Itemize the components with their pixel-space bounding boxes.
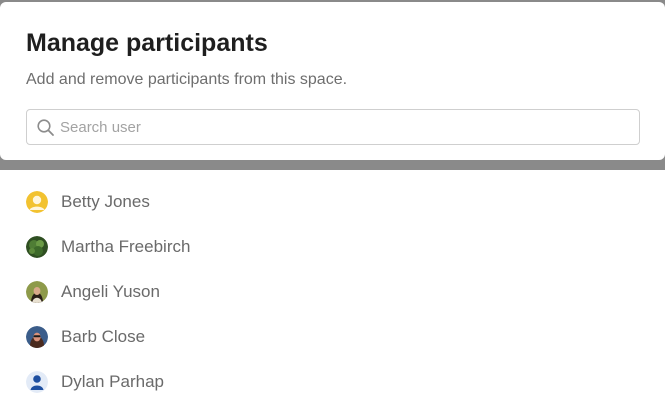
user-avatar-icon (26, 191, 48, 213)
avatar (26, 326, 48, 348)
search-field[interactable] (26, 109, 640, 145)
dialog-subtitle: Add and remove participants from this sp… (26, 71, 348, 88)
participant-item[interactable]: Angeli Yuson (26, 277, 446, 307)
participant-item[interactable]: Barb Close (26, 322, 446, 352)
search-input[interactable] (60, 110, 630, 144)
participant-list: Betty Jones Martha Freebirch Angeli Yuso… (0, 170, 665, 417)
user-avatar-icon (26, 371, 48, 393)
avatar (26, 236, 48, 258)
search-icon (36, 118, 56, 138)
participant-name: Angeli Yuson (61, 282, 160, 301)
avatar (26, 281, 48, 303)
participant-name: Martha Freebirch (61, 237, 191, 256)
dialog-title: Manage participants (26, 29, 268, 57)
manage-participants-dialog: Manage participants Add and remove parti… (0, 0, 665, 417)
participant-name: Betty Jones (61, 192, 150, 211)
participant-item[interactable]: Betty Jones (26, 187, 446, 217)
dialog-header: Manage participants Add and remove parti… (0, 2, 665, 160)
participant-name: Barb Close (61, 327, 146, 346)
participant-item[interactable]: Martha Freebirch (26, 232, 446, 262)
participant-item[interactable]: Dylan Parhap (26, 367, 446, 397)
participant-name: Dylan Parhap (61, 372, 165, 391)
